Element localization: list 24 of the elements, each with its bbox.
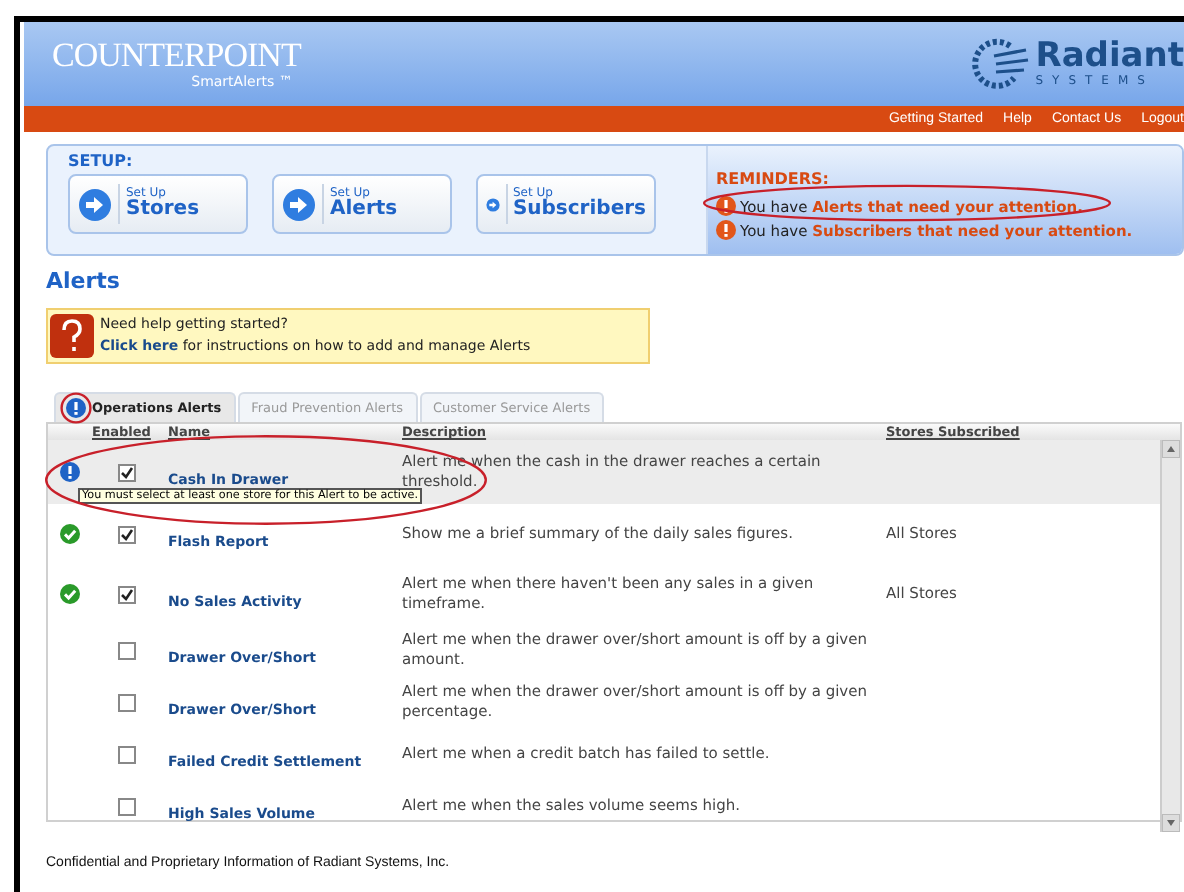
checkbox[interactable] [117,463,135,481]
info-icon [66,398,86,418]
warning-icon [716,220,736,240]
info-icon [60,462,80,482]
setup-title: SETUP: [68,152,135,170]
brand-name: Radiant [1035,40,1184,74]
checkbox[interactable] [117,693,135,711]
checkbox[interactable] [117,525,135,543]
check-circle-icon [60,524,80,544]
help-icon [50,314,94,358]
scroll-up-icon[interactable] [1162,440,1180,458]
scroll-down-icon[interactable] [1162,814,1180,832]
scrollbar[interactable] [1160,440,1180,832]
checkbox[interactable] [117,641,135,659]
swirl-logo-icon [969,38,1030,90]
checkbox[interactable] [117,745,135,763]
annotation-circle [60,392,92,424]
logo-title: COUNTERPOINT [52,38,301,74]
warning-icon [716,196,736,216]
checkbox[interactable] [117,797,135,815]
checkbox[interactable] [117,585,135,603]
reminders-title: REMINDERS: [716,170,831,188]
section-heading: Alerts [46,268,122,294]
check-circle-icon [60,584,80,604]
